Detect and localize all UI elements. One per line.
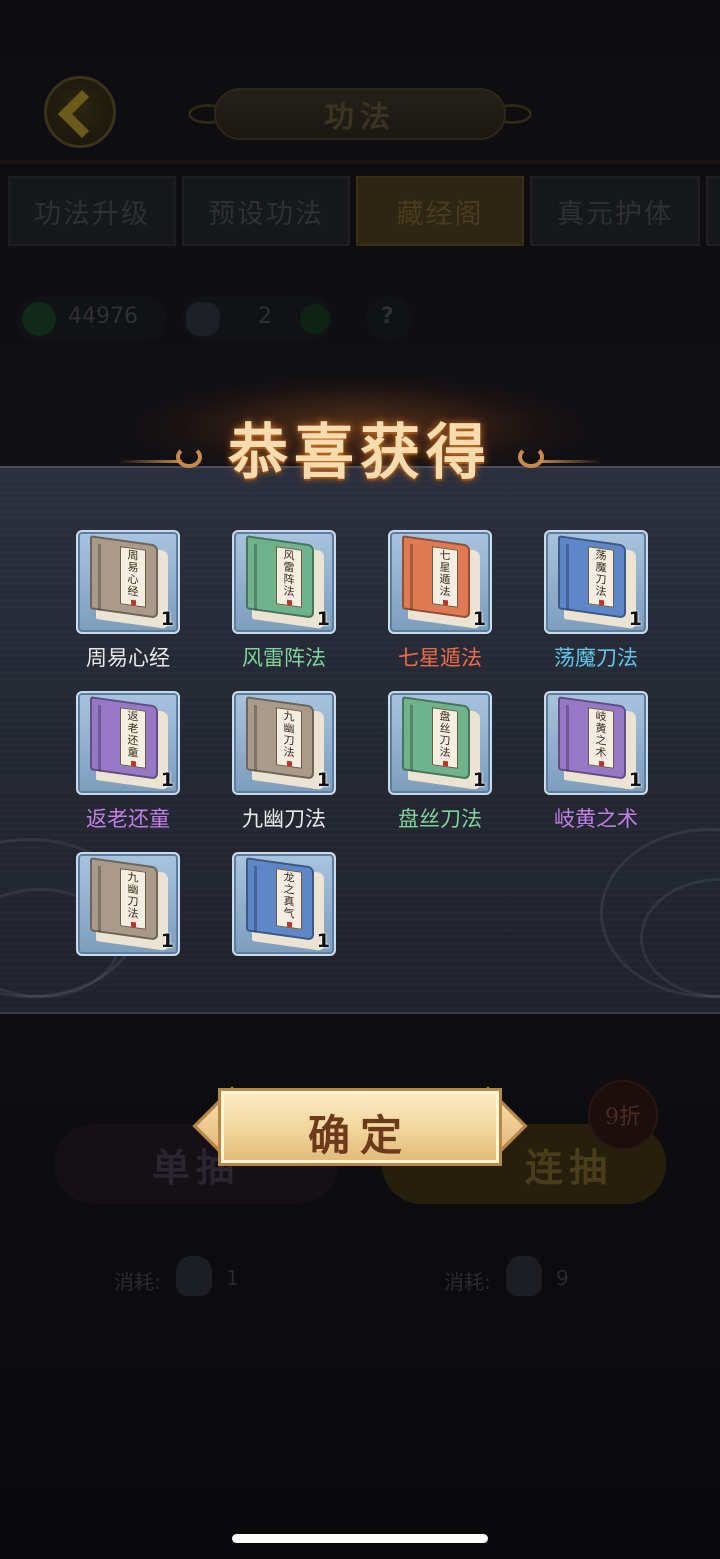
book-label: 九幽刀法 [276,707,302,769]
book-icon: 返老还童 [90,696,168,791]
book-icon: 岐黄之术 [558,696,636,791]
reward-item-name: 周易心经 [86,646,170,670]
reward-item-name: 七星遁法 [398,646,482,670]
discount-text: 9折 [605,1105,641,1130]
reward-item-name: 返老还童 [86,807,170,831]
reward-item-name: 岐黄之术 [554,807,638,831]
coin-amount: 44976 [68,304,138,329]
help-icon: ? [381,304,394,329]
tab-protection[interactable]: 真元护体 [530,176,700,246]
item-quantity: 1 [160,930,174,952]
tab-upgrade[interactable]: 功法升级 [8,176,176,246]
reward-item-name: 荡魔刀法 [554,646,638,670]
item-quantity: 1 [628,608,642,630]
book-label: 荡魔刀法 [588,546,614,608]
reward-item-name: 九幽刀法 [242,807,326,831]
reward-item[interactable]: 盘丝刀法 1 [388,691,492,795]
book-label: 岐黄之术 [588,707,614,769]
single-cost-label: 消耗: [114,1270,161,1294]
back-arrow-icon [57,89,107,139]
header-divider [0,160,720,164]
book-icon: 龙之真气 [246,857,324,952]
add-token-icon[interactable] [300,304,330,334]
book-icon: 七星遁法 [402,535,480,630]
token-icon [176,1256,212,1296]
tab-bar: 功法升级 预设功法 藏经阁 真元护体 [0,176,720,248]
reward-item-name: 盘丝刀法 [398,807,482,831]
reward-item[interactable]: 周易心经 1 [76,530,180,634]
single-cost-value: 1 [226,1266,239,1290]
multi-cost-label: 消耗: [444,1270,491,1294]
reward-item[interactable]: 风雷阵法 1 [232,530,336,634]
item-quantity: 1 [472,608,486,630]
reward-item[interactable]: 九幽刀法 1 [232,691,336,795]
book-label: 周易心经 [120,546,146,608]
multi-cost-value: 9 [556,1266,569,1290]
reward-item[interactable]: 七星遁法 1 [388,530,492,634]
book-icon: 九幽刀法 [90,857,168,952]
item-quantity: 1 [316,930,330,952]
item-quantity: 1 [316,608,330,630]
reward-item[interactable]: 返老还童 1 [76,691,180,795]
reward-item[interactable]: 岐黄之术 1 [544,691,648,795]
page-title-text: 功法 [324,100,396,135]
book-icon: 周易心经 [90,535,168,630]
coin-icon [22,302,56,336]
book-label: 返老还童 [120,707,146,769]
token-icon [186,302,220,336]
token-amount: 2 [258,304,272,329]
tab-label: 功法升级 [34,198,150,230]
reward-item[interactable]: 九幽刀法 1 [76,852,180,956]
reward-banner: 恭喜获得 [0,400,720,490]
item-quantity: 1 [472,769,486,791]
item-quantity: 1 [316,769,330,791]
reward-item[interactable]: 龙之真气 1 [232,852,336,956]
page-title: 功法 [214,88,506,140]
tab-label: 预设功法 [208,198,324,230]
book-icon: 荡魔刀法 [558,535,636,630]
confirm-label: 确定 [307,1111,412,1160]
item-quantity: 1 [628,769,642,791]
book-icon: 九幽刀法 [246,696,324,791]
reward-item[interactable]: 荡魔刀法 1 [544,530,648,634]
item-quantity: 1 [160,608,174,630]
reward-title: 恭喜获得 [228,418,492,488]
discount-badge: 9折 [588,1080,658,1150]
tab-preset[interactable]: 预设功法 [182,176,350,246]
coin-counter: 44976 [16,296,166,342]
token-icon [506,1256,542,1296]
book-label: 盘丝刀法 [432,707,458,769]
multi-draw-label: 连抽 [524,1144,613,1190]
book-label: 九幽刀法 [120,868,146,930]
draw-area: 单抽 连抽 9折 消耗: 1 消耗: 9 [0,1030,720,1360]
item-quantity: 1 [160,769,174,791]
tab-label: 藏经阁 [396,198,484,230]
book-icon: 风雷阵法 [246,535,324,630]
book-label: 七星遁法 [432,546,458,608]
reward-item-name: 风雷阵法 [242,646,326,670]
tab-library[interactable]: 藏经阁 [356,176,524,246]
back-button[interactable] [44,76,116,148]
confirm-button[interactable]: 确定 [192,1084,528,1170]
book-label: 龙之真气 [276,868,302,930]
token-counter: 2 [182,296,332,342]
book-label: 风雷阵法 [276,546,302,608]
home-indicator[interactable] [232,1534,488,1543]
book-icon: 盘丝刀法 [402,696,480,791]
help-button[interactable]: ? [366,296,412,342]
tab-label: 真元护体 [557,198,673,230]
tab-more[interactable] [706,176,720,246]
